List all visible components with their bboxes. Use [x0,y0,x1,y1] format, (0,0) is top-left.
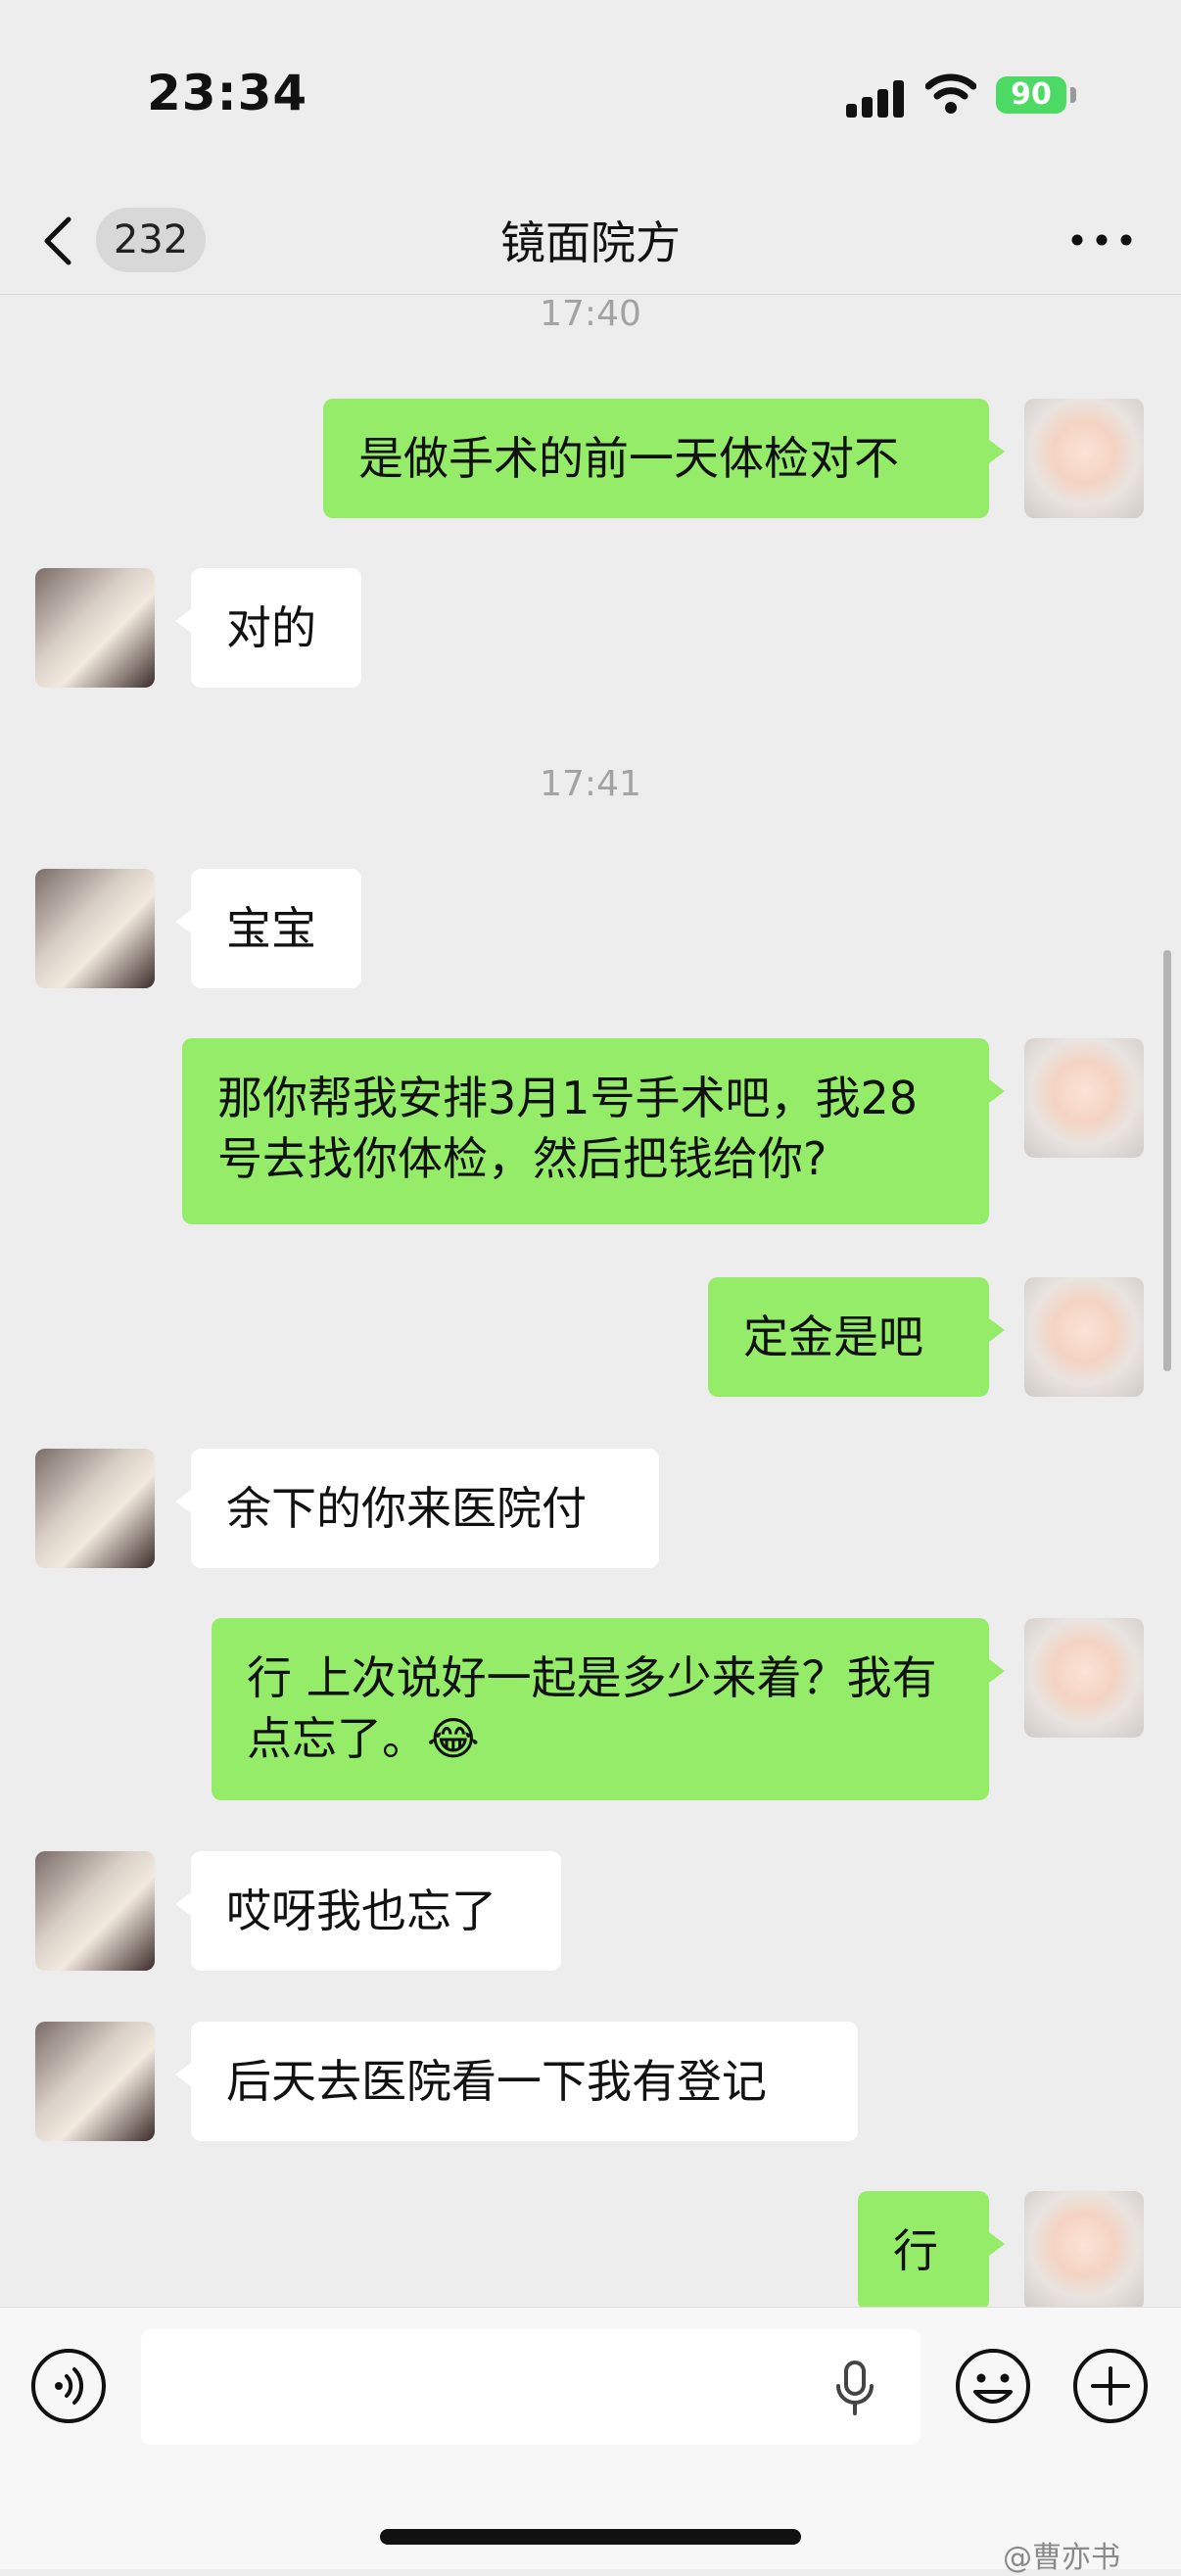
contact-avatar[interactable] [35,1449,155,1568]
contact-avatar[interactable] [35,568,155,688]
message-outgoing[interactable]: 是做手术的前一天体检对不 [323,399,1005,518]
timestamp: 17:41 [540,764,641,804]
voice-icon[interactable] [29,2347,108,2425]
message-input[interactable] [141,2329,921,2445]
signal-icon [846,78,905,118]
message-incoming[interactable]: 宝宝 [175,869,361,988]
contact-avatar[interactable] [35,2022,155,2141]
battery-icon: 90 [996,76,1066,114]
add-icon[interactable] [1071,2347,1150,2425]
message-incoming[interactable]: 哎呀我也忘了 [175,1851,561,1971]
emoji-icon[interactable] [954,2347,1032,2425]
chat-header: 232 镜面院方 [0,186,1181,295]
message-incoming[interactable]: 后天去医院看一下我有登记 [175,2022,858,2141]
watermark: @曹亦书 [1003,2541,1120,2575]
message-list[interactable]: 17:40 是做手术的前一天体检对不 对的 17:41 宝宝 那你帮我安排3月1… [0,294,1181,2307]
more-dots-icon[interactable] [1067,215,1136,264]
message-outgoing[interactable]: 行 上次说好一起是多少来着？我有点忘了。😂 [212,1618,1005,1800]
my-avatar[interactable] [1024,1038,1144,1158]
microphone-icon[interactable] [830,2359,879,2417]
battery-tip [1070,87,1076,103]
home-indicator[interactable] [380,2529,801,2545]
status-time: 23:34 [147,65,308,121]
my-avatar[interactable] [1024,399,1144,518]
my-avatar[interactable] [1024,2191,1144,2307]
message-incoming[interactable]: 余下的你来医院付 [175,1449,659,1568]
my-avatar[interactable] [1024,1618,1144,1738]
message-outgoing[interactable]: 那你帮我安排3月1号手术吧，我28号去找你体检，然后把钱给你? [182,1038,1005,1224]
contact-avatar[interactable] [35,1851,155,1971]
wifi-icon [925,73,976,114]
timestamp: 17:40 [540,294,641,334]
status-bar: 23:34 90 [0,0,1181,186]
message-outgoing[interactable]: 行 [858,2191,1005,2307]
chat-title: 镜面院方 [500,216,681,269]
contact-avatar[interactable] [35,869,155,988]
my-avatar[interactable] [1024,1277,1144,1397]
message-incoming[interactable]: 对的 [175,568,361,688]
scrollbar[interactable] [1163,950,1171,1371]
message-outgoing[interactable]: 定金是吧 [708,1277,1005,1397]
